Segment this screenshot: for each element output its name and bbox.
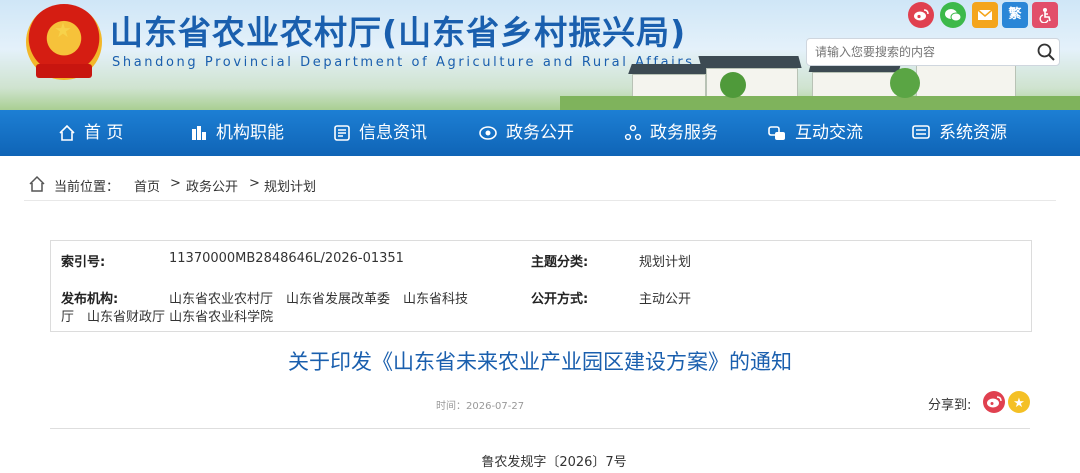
nav-item-service[interactable]: 政务服务: [624, 110, 718, 156]
topic-value: 规划计划: [639, 255, 692, 270]
nav-label: 系统资源: [939, 123, 1007, 143]
nav-label: 政务公开: [506, 123, 574, 143]
search-box: [806, 38, 1060, 66]
news-icon: [334, 125, 350, 141]
index-value: 11370000MB2848646L/2026-01351: [169, 251, 404, 266]
site-header: ★ 山东省农业农村厅(山东省乡村振兴局) Shandong Provincial…: [0, 0, 1080, 110]
mail-icon[interactable]: [972, 2, 998, 28]
search-input[interactable]: [807, 39, 1029, 65]
traditional-chinese-button[interactable]: 繁: [1002, 2, 1028, 28]
nav-label: 互动交流: [795, 123, 863, 143]
svg-text:★: ★: [1013, 396, 1025, 411]
article-title: 关于印发《山东省未来农业产业园区建设方案》的通知: [288, 350, 792, 374]
search-icon[interactable]: [1037, 43, 1055, 61]
breadcrumb-item-plan[interactable]: 规划计划: [264, 176, 316, 195]
org-icon: [192, 126, 206, 140]
nav-item-news[interactable]: 信息资讯: [333, 110, 427, 156]
national-emblem-icon: ★: [26, 4, 102, 80]
nav-item-home[interactable]: 首 页: [58, 110, 123, 156]
nav-item-disclosure[interactable]: 政务公开: [478, 110, 574, 156]
breadcrumb-prefix: 当前位置：: [54, 180, 120, 195]
breadcrumb: 当前位置： 首页 > 政务公开 > 规划计划: [24, 167, 1056, 201]
share-label: 分享到:: [928, 398, 972, 413]
main-nav: 首 页 机构职能 信息资讯 政务公开 政务服务 互动交流 系统资源: [0, 110, 1080, 156]
breadcrumb-item-home[interactable]: 首页: [134, 176, 160, 195]
document-number: 鲁农发规字〔2026〕7号: [481, 455, 627, 470]
home-icon: [59, 124, 75, 141]
wechat-icon[interactable]: [940, 2, 966, 28]
publisher-value-line2: 厅 山东省财政厅 山东省农业科学院: [61, 310, 274, 325]
breadcrumb-separator: >: [249, 176, 260, 191]
mode-label: 公开方式:: [531, 292, 589, 307]
resource-icon: [912, 125, 930, 139]
nav-label: 机构职能: [216, 123, 284, 143]
topic-label: 主题分类:: [531, 255, 589, 270]
weibo-icon[interactable]: [908, 2, 934, 28]
nav-label: 信息资讯: [359, 123, 427, 143]
nav-item-resource[interactable]: 系统资源: [911, 110, 1007, 156]
index-label: 索引号:: [61, 255, 106, 270]
nav-item-org[interactable]: 机构职能: [190, 110, 284, 156]
share-weibo-icon[interactable]: [983, 391, 1005, 413]
nav-label: 首 页: [84, 123, 124, 143]
accessibility-icon[interactable]: [1032, 2, 1058, 28]
article-time: 时间：2026-07-27: [436, 401, 525, 412]
document-meta: 索引号: 11370000MB2848646L/2026-01351 主题分类:…: [50, 240, 1032, 332]
home-icon: [29, 175, 45, 192]
service-icon: [624, 124, 642, 141]
interaction-icon: [768, 126, 785, 140]
divider: [50, 428, 1030, 429]
disclosure-icon: [479, 126, 497, 140]
breadcrumb-item-disclosure[interactable]: 政务公开: [186, 176, 238, 195]
publisher-label: 发布机构:: [61, 292, 119, 307]
mode-value: 主动公开: [639, 292, 692, 307]
publisher-value-line1: 山东省农业农村厅 山东省发展改革委 山东省科技: [169, 292, 469, 307]
nav-label: 政务服务: [650, 123, 718, 143]
breadcrumb-separator: >: [170, 176, 181, 191]
share-qzone-icon[interactable]: ★: [1008, 391, 1030, 413]
nav-item-interaction[interactable]: 互动交流: [767, 110, 863, 156]
